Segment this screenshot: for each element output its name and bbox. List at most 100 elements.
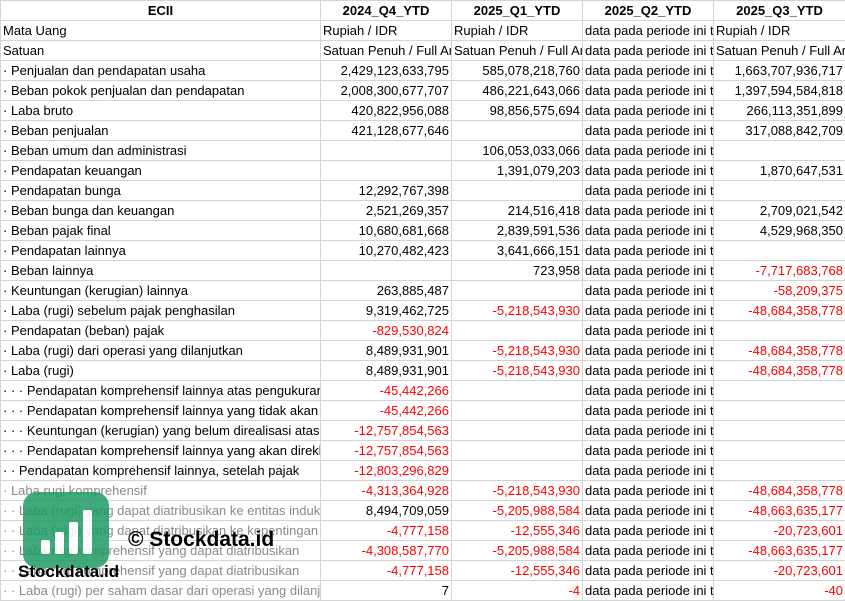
row-label[interactable]: · · Laba rugi komprehensif yang dapat di…: [0, 540, 321, 561]
table-cell[interactable]: data pada periode ini tidak tersedia: [582, 460, 714, 481]
table-cell[interactable]: -40: [713, 580, 845, 601]
table-cell[interactable]: data pada periode ini tidak tersedia: [582, 60, 714, 81]
table-cell[interactable]: -5,205,988,584: [451, 540, 583, 561]
table-cell[interactable]: data pada periode ini tidak tersedia: [582, 320, 714, 341]
table-cell[interactable]: -5,218,543,930: [451, 340, 583, 361]
table-cell[interactable]: -829,530,824: [320, 320, 452, 341]
table-cell[interactable]: -5,205,988,584: [451, 500, 583, 521]
table-cell[interactable]: -4,308,587,770: [320, 540, 452, 561]
table-cell[interactable]: 420,822,956,088: [320, 100, 452, 121]
table-cell[interactable]: data pada periode ini tidak tersedia: [582, 20, 714, 41]
table-cell[interactable]: -12,757,854,563: [320, 420, 452, 441]
table-cell[interactable]: [713, 440, 845, 461]
row-label[interactable]: · · Laba (rugi) per saham dasar dari ope…: [0, 580, 321, 601]
table-cell[interactable]: [451, 460, 583, 481]
table-cell[interactable]: -5,218,543,930: [451, 300, 583, 321]
row-label[interactable]: · Beban bunga dan keuangan: [0, 200, 321, 221]
table-cell[interactable]: 214,516,418: [451, 200, 583, 221]
table-cell[interactable]: -5,218,543,930: [451, 360, 583, 381]
table-cell[interactable]: data pada periode ini tidak tersedia: [582, 540, 714, 561]
table-cell[interactable]: data pada periode ini tidak tersedia: [582, 160, 714, 181]
table-cell[interactable]: data pada periode ini tidak tersedia: [582, 260, 714, 281]
table-cell[interactable]: 7: [320, 580, 452, 601]
table-cell[interactable]: -4: [451, 580, 583, 601]
table-cell[interactable]: 1,391,079,203: [451, 160, 583, 181]
row-label[interactable]: · · Laba rugi komprehensif yang dapat di…: [0, 560, 321, 581]
table-cell[interactable]: data pada periode ini tidak tersedia: [582, 40, 714, 61]
table-cell[interactable]: data pada periode ini tidak tersedia: [582, 120, 714, 141]
table-cell[interactable]: [713, 460, 845, 481]
table-cell[interactable]: 106,053,033,066: [451, 140, 583, 161]
table-cell[interactable]: 98,856,575,694: [451, 100, 583, 121]
header-cell-ticker[interactable]: ECII: [0, 0, 321, 21]
table-cell[interactable]: -20,723,601: [713, 560, 845, 581]
table-cell[interactable]: data pada periode ini tidak tersedia: [582, 420, 714, 441]
table-cell[interactable]: [713, 420, 845, 441]
row-label[interactable]: · · · Pendapatan komprehensif lainnya ya…: [0, 400, 321, 421]
table-cell[interactable]: Satuan Penuh / Full Amount: [713, 40, 845, 61]
table-cell[interactable]: -45,442,266: [320, 380, 452, 401]
table-cell[interactable]: data pada periode ini tidak tersedia: [582, 560, 714, 581]
header-cell-2024-q4[interactable]: 2024_Q4_YTD: [320, 0, 452, 21]
table-cell[interactable]: [320, 160, 452, 181]
header-cell-2025-q3[interactable]: 2025_Q3_YTD: [713, 0, 845, 21]
table-cell[interactable]: [713, 240, 845, 261]
table-cell[interactable]: 2,429,123,633,795: [320, 60, 452, 81]
row-label[interactable]: · Laba (rugi) sebelum pajak penghasilan: [0, 300, 321, 321]
table-cell[interactable]: -12,803,296,829: [320, 460, 452, 481]
table-cell[interactable]: 10,680,681,668: [320, 220, 452, 241]
table-cell[interactable]: -20,723,601: [713, 520, 845, 541]
table-cell[interactable]: data pada periode ini tidak tersedia: [582, 480, 714, 501]
row-label[interactable]: · · Pendapatan komprehensif lainnya, set…: [0, 460, 321, 481]
table-cell[interactable]: 4,529,968,350: [713, 220, 845, 241]
table-cell[interactable]: -5,218,543,930: [451, 480, 583, 501]
table-cell[interactable]: [451, 380, 583, 401]
row-label[interactable]: · Pendapatan keuangan: [0, 160, 321, 181]
table-cell[interactable]: -12,757,854,563: [320, 440, 452, 461]
table-cell[interactable]: Satuan Penuh / Full Amount: [320, 40, 452, 61]
table-cell[interactable]: 266,113,351,899: [713, 100, 845, 121]
table-cell[interactable]: 9,319,462,725: [320, 300, 452, 321]
header-cell-2025-q1[interactable]: 2025_Q1_YTD: [451, 0, 583, 21]
table-cell[interactable]: data pada periode ini tidak tersedia: [582, 440, 714, 461]
table-cell[interactable]: 8,489,931,901: [320, 340, 452, 361]
table-cell[interactable]: data pada periode ini tidak tersedia: [582, 100, 714, 121]
row-label[interactable]: · Laba (rugi) dari operasi yang dilanjut…: [0, 340, 321, 361]
table-cell[interactable]: 585,078,218,760: [451, 60, 583, 81]
row-label[interactable]: · · · Pendapatan komprehensif lainnya ya…: [0, 440, 321, 461]
table-cell[interactable]: -4,313,364,928: [320, 480, 452, 501]
table-cell[interactable]: 263,885,487: [320, 280, 452, 301]
table-cell[interactable]: 12,292,767,398: [320, 180, 452, 201]
header-cell-2025-q2[interactable]: 2025_Q2_YTD: [582, 0, 714, 21]
table-cell[interactable]: Rupiah / IDR: [713, 20, 845, 41]
table-cell[interactable]: 421,128,677,646: [320, 120, 452, 141]
table-cell[interactable]: -48,663,635,177: [713, 500, 845, 521]
table-cell[interactable]: 8,494,709,059: [320, 500, 452, 521]
table-cell[interactable]: data pada periode ini tidak tersedia: [582, 280, 714, 301]
table-cell[interactable]: 2,521,269,357: [320, 200, 452, 221]
table-cell[interactable]: [451, 400, 583, 421]
row-label[interactable]: Satuan: [0, 40, 321, 61]
table-cell[interactable]: -4,777,158: [320, 560, 452, 581]
table-cell[interactable]: data pada periode ini tidak tersedia: [582, 380, 714, 401]
table-cell[interactable]: Rupiah / IDR: [320, 20, 452, 41]
table-cell[interactable]: [320, 260, 452, 281]
row-label[interactable]: · Penjualan dan pendapatan usaha: [0, 60, 321, 81]
row-label[interactable]: · Pendapatan bunga: [0, 180, 321, 201]
table-cell[interactable]: 1,397,594,584,818: [713, 80, 845, 101]
table-cell[interactable]: data pada periode ini tidak tersedia: [582, 80, 714, 101]
row-label[interactable]: · Beban lainnya: [0, 260, 321, 281]
table-cell[interactable]: [451, 420, 583, 441]
table-cell[interactable]: data pada periode ini tidak tersedia: [582, 520, 714, 541]
table-cell[interactable]: -48,684,358,778: [713, 360, 845, 381]
table-cell[interactable]: -48,684,358,778: [713, 340, 845, 361]
row-label[interactable]: · Beban umum dan administrasi: [0, 140, 321, 161]
row-label[interactable]: · Keuntungan (kerugian) lainnya: [0, 280, 321, 301]
table-cell[interactable]: Rupiah / IDR: [451, 20, 583, 41]
table-cell[interactable]: data pada periode ini tidak tersedia: [582, 500, 714, 521]
table-cell[interactable]: 723,958: [451, 260, 583, 281]
table-cell[interactable]: data pada periode ini tidak tersedia: [582, 140, 714, 161]
table-cell[interactable]: -12,555,346: [451, 520, 583, 541]
table-cell[interactable]: [320, 140, 452, 161]
row-label[interactable]: · Laba rugi komprehensif: [0, 480, 321, 501]
